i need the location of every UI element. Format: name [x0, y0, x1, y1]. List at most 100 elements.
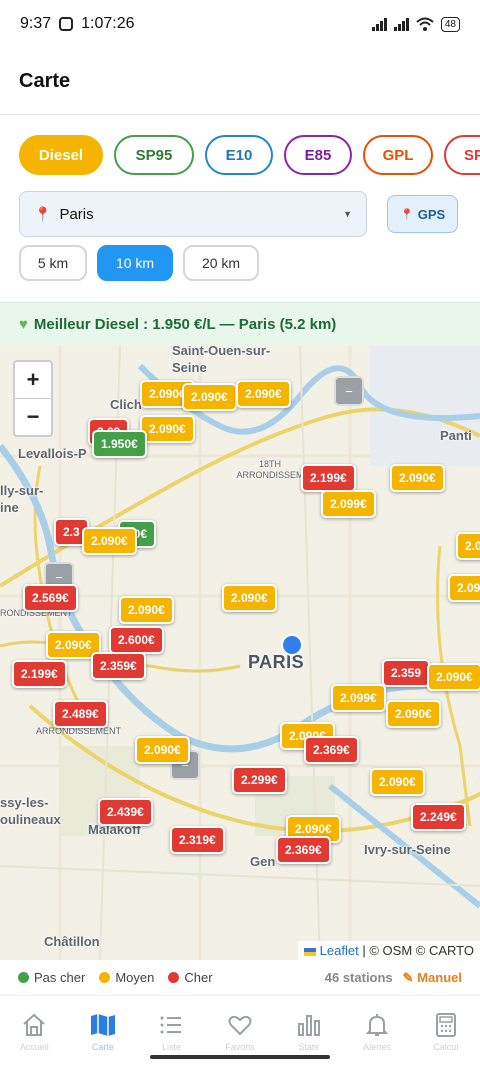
fuel-selector: Diesel SP95 E10 E85 GPL SP9	[0, 115, 480, 175]
status-time: 9:37	[20, 15, 52, 32]
map-label-ivry: Ivry-sur-Seine	[364, 842, 451, 857]
map-label-issy: ssy-les-oulineaux	[0, 795, 61, 827]
price-marker[interactable]: 2.359	[382, 659, 431, 687]
price-marker[interactable]: 2.090	[448, 574, 480, 602]
map-label-18th: 18TH ARRONDISSEM	[236, 459, 304, 480]
price-marker[interactable]: 2.090€	[222, 584, 277, 612]
price-marker[interactable]: 2.090€	[370, 768, 425, 796]
map-label-levallois: Levallois-P	[18, 446, 87, 461]
app-bar: Carte	[0, 48, 480, 115]
chart-icon	[297, 1014, 320, 1036]
map-attribution: Leaflet | © OSM © CARTO	[298, 941, 480, 960]
signal-icon	[371, 17, 387, 31]
price-marker[interactable]: 2.249€	[411, 803, 466, 831]
leaflet-link[interactable]: Leaflet	[320, 943, 359, 958]
map-label-chatillon: Châtillon	[44, 934, 100, 949]
expensive-dot-icon	[168, 972, 180, 983]
wifi-icon	[416, 17, 434, 31]
price-marker[interactable]: 2.090€	[236, 380, 291, 408]
zoom-out-button[interactable]: −	[15, 398, 51, 435]
fuel-chip-e10[interactable]: E10	[205, 135, 273, 175]
medium-dot-icon	[99, 972, 111, 983]
price-marker[interactable]: 2.489€	[53, 700, 108, 728]
zoom-control: + −	[13, 360, 53, 437]
gps-button[interactable]: 📍 GPS	[387, 195, 459, 233]
price-legend: Pas cher Moyen Cher 46 stations ✎ Manuel	[0, 960, 480, 996]
osm-carto-credit[interactable]: © OSM © CARTO	[369, 943, 474, 958]
fuel-chip-gpl[interactable]: GPL	[363, 135, 433, 175]
price-marker[interactable]: 2.099€	[331, 684, 386, 712]
manual-mode-toggle[interactable]: ✎ Manuel	[403, 970, 462, 986]
calculator-icon	[435, 1012, 456, 1037]
price-marker[interactable]: 2.0	[456, 532, 480, 560]
status-bar: 9:37 1:07:26 48	[0, 0, 480, 48]
tab-calculator[interactable]: Calcul	[411, 996, 480, 1067]
price-marker[interactable]: 1.950€	[92, 430, 147, 458]
map-label-gentilly: Gen	[250, 854, 276, 869]
price-marker[interactable]: 2.439€	[98, 798, 153, 826]
station-count: 46 stations	[324, 970, 393, 985]
price-marker[interactable]: 2.090€	[386, 700, 441, 728]
fuel-chip-diesel[interactable]: Diesel	[19, 135, 103, 175]
app-notification-icon	[59, 17, 74, 31]
tab-alerts[interactable]: Alertes	[343, 996, 412, 1067]
station-cluster-icon[interactable]: −	[334, 376, 364, 406]
price-marker[interactable]: 2.369€	[304, 736, 359, 764]
battery-icon: 48	[440, 16, 460, 32]
price-marker[interactable]: 2.299€	[232, 766, 287, 794]
price-marker[interactable]: 2.199€	[12, 660, 67, 688]
price-marker[interactable]: 2.090€	[427, 663, 480, 691]
green-heart-icon: ♥	[19, 316, 28, 333]
pencil-icon: ✎	[402, 969, 414, 985]
price-marker[interactable]: 2.090€	[390, 464, 445, 492]
radius-20km-button[interactable]: 20 km	[183, 245, 259, 281]
legend-expensive: Cher	[184, 970, 213, 985]
tab-home[interactable]: Accueil	[0, 996, 69, 1067]
current-location-dot	[281, 634, 303, 656]
fuel-chip-e85[interactable]: E85	[284, 135, 352, 175]
pin-icon: 📍	[34, 205, 52, 222]
status-clock: 1:07:26	[81, 15, 135, 32]
price-marker[interactable]: 2.099€	[321, 490, 376, 518]
price-marker[interactable]: 2.090€	[140, 415, 195, 443]
bell-icon	[365, 1013, 389, 1036]
radius-10km-button[interactable]: 10 km	[97, 245, 173, 281]
heart-icon	[228, 1015, 252, 1035]
pin-icon: 📍	[400, 208, 414, 221]
price-marker[interactable]: 2.569€	[23, 584, 78, 612]
map-label-neuilly: lly-sur-ine	[0, 483, 44, 515]
best-price-text: Meilleur Diesel : 1.950 €/L — Paris (5.2…	[33, 316, 337, 333]
chevron-down-icon: ▼	[343, 209, 352, 219]
radius-5km-button[interactable]: 5 km	[19, 245, 87, 281]
city-select-value: Paris	[59, 205, 94, 223]
radius-selector: 5 km 10 km 20 km	[0, 237, 480, 281]
tab-map[interactable]: Carte	[69, 996, 138, 1067]
price-marker[interactable]: 2.199€	[301, 464, 356, 492]
price-marker[interactable]: 2.600€	[109, 626, 164, 654]
price-marker[interactable]: 2.090€	[135, 736, 190, 764]
price-marker[interactable]: 2.090€	[119, 596, 174, 624]
home-indicator[interactable]	[150, 1055, 330, 1059]
price-marker[interactable]: 2.090€	[182, 383, 237, 411]
map-label-saint-ouen: Saint-Ouen-sur-Seine	[172, 346, 271, 375]
cheap-dot-icon	[18, 972, 29, 983]
fuel-chip-sp98[interactable]: SP9	[444, 135, 480, 175]
map-label-clichy: Clich	[110, 397, 142, 412]
price-marker[interactable]: 2.319€	[170, 826, 225, 854]
best-price-banner: ♥ Meilleur Diesel : 1.950 €/L — Paris (5…	[0, 302, 480, 346]
legend-medium: Moyen	[115, 970, 155, 985]
map-view[interactable]: + − Saint-Ouen-sur-Seine Clich Levallois…	[0, 346, 480, 960]
fuel-chip-sp95[interactable]: SP95	[114, 135, 194, 175]
price-marker[interactable]: 2.369€	[276, 836, 331, 864]
ukraine-flag-icon	[304, 947, 317, 956]
home-icon	[23, 1013, 45, 1036]
page-title: Carte	[19, 69, 71, 92]
price-marker[interactable]: 2.090€	[82, 527, 137, 555]
price-marker[interactable]: 2.359€	[91, 652, 146, 680]
signal-icon-2	[393, 17, 409, 31]
zoom-in-button[interactable]: +	[15, 362, 51, 398]
city-select[interactable]: 📍 Paris ▼	[19, 191, 367, 237]
legend-cheap: Pas cher	[34, 970, 86, 985]
list-icon	[160, 1016, 182, 1033]
map-icon	[90, 1013, 115, 1036]
